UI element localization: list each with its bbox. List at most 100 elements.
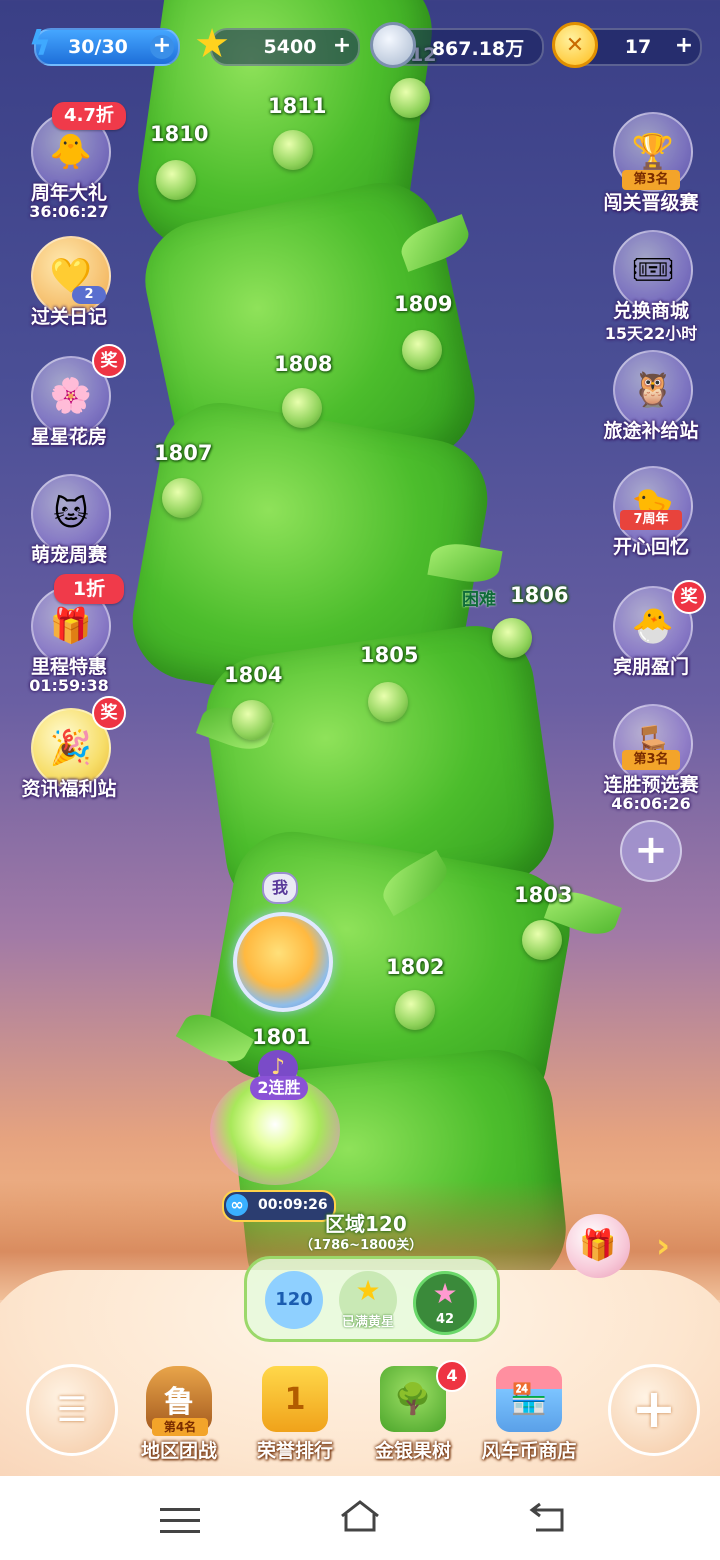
- level-node-1805[interactable]: [368, 682, 408, 722]
- star-icon: ★: [194, 21, 230, 67]
- home-icon[interactable]: [338, 1498, 382, 1534]
- regional-battle-label: 地区团战: [140, 1440, 217, 1462]
- level-node-1810[interactable]: [156, 160, 196, 200]
- timer-text: 00:09:26: [258, 1197, 328, 1213]
- mileage-offer-timer: 01:59:38: [29, 676, 109, 695]
- anniversary-gift-button[interactable]: 🐥 周年大礼 36:06:27 4.7折: [14, 102, 126, 232]
- crown-icon: 1: [262, 1366, 328, 1432]
- add-button[interactable]: +: [608, 1364, 700, 1456]
- streak-qualifier-button[interactable]: 🪑 第3名 连胜预选赛 46:06:26: [596, 704, 706, 824]
- anniversary-gift-timer: 36:06:27: [29, 202, 109, 221]
- silver-coin-icon: [370, 22, 416, 68]
- level-node-1804[interactable]: [232, 700, 272, 740]
- rank-ribbon: 第4名: [152, 1418, 208, 1436]
- level-diary-count: 2: [72, 286, 106, 304]
- level-node-1811[interactable]: [273, 130, 313, 170]
- streak-badge: 2连胜: [250, 1076, 308, 1100]
- recent-apps-icon[interactable]: [160, 1504, 200, 1534]
- expand-menu-button[interactable]: +: [620, 820, 682, 882]
- infinity-icon: ∞: [226, 1194, 248, 1216]
- reward-badge: 奖: [672, 580, 706, 614]
- windmill-coin-shop-button[interactable]: 🏪 风车币商店: [474, 1360, 584, 1470]
- energy-add-button[interactable]: +: [150, 35, 174, 59]
- level-node-1809[interactable]: [402, 330, 442, 370]
- rainbow-star-badge: ★ 42: [413, 1271, 477, 1335]
- full-star-label: 已满黄星: [341, 1315, 394, 1330]
- travel-supply-button[interactable]: 🦉 旅途补给站: [596, 350, 706, 470]
- mileage-offer-button[interactable]: 🎁 里程特惠 01:59:38 1折: [14, 574, 124, 706]
- reward-badge: 奖: [92, 344, 126, 378]
- discount-tag: 1折: [54, 574, 124, 604]
- hard-difficulty-label: 困难: [462, 590, 496, 610]
- coins-add-button[interactable]: +: [672, 35, 696, 59]
- level-label-1808: 1808: [274, 352, 333, 376]
- anniversary-gift-label: 周年大礼: [30, 182, 107, 204]
- reward-badge: 奖: [92, 696, 126, 730]
- gold-coin-icon: ✕: [552, 22, 598, 68]
- level-label-1809: 1809: [394, 292, 453, 316]
- region-panel[interactable]: 120 ★ 已满黄星 ★ 42: [244, 1256, 500, 1342]
- full-star-badge: ★ 已满黄星: [339, 1271, 397, 1330]
- honor-ranking-button[interactable]: 1 荣誉排行: [240, 1360, 350, 1470]
- me-label: 我: [262, 872, 298, 904]
- system-navigation-bar: [0, 1476, 720, 1560]
- gold-silver-tree-button[interactable]: 🌳 4 金银果树: [358, 1360, 468, 1470]
- promotion-tournament-button[interactable]: 🏆 第3名 闯关晋级赛: [596, 112, 706, 232]
- stars-value: 5400: [263, 36, 317, 58]
- news-welfare-button[interactable]: 🎉 资讯福利站 奖: [14, 696, 126, 828]
- shop-stall-icon: 🏪: [496, 1366, 562, 1432]
- pet-weekly-match-label: 萌宠周赛: [30, 544, 107, 566]
- chevron-right-icon[interactable]: ›: [656, 1226, 670, 1266]
- star-icon: ★: [355, 1274, 381, 1307]
- happy-memories-label: 开心回忆: [612, 536, 689, 558]
- mileage-offer-label: 里程特惠: [30, 656, 107, 678]
- anniversary-banner: 7周年: [620, 510, 682, 530]
- promotion-tournament-label: 闯关晋级赛: [603, 192, 699, 214]
- level-label-1801: 1801: [252, 1025, 311, 1049]
- stars-add-button[interactable]: +: [330, 35, 354, 59]
- happy-memories-button[interactable]: 🐤 7周年 开心回忆: [596, 466, 706, 586]
- list-icon: ☰: [56, 1390, 88, 1430]
- region-level-badge: 120: [265, 1271, 323, 1329]
- rainbow-star-count: 42: [435, 1312, 455, 1327]
- menu-list-button[interactable]: ☰: [26, 1364, 118, 1456]
- rank-ribbon: 第3名: [622, 750, 680, 770]
- exchange-store-button[interactable]: 🎟 兑换商城 15天22小时: [596, 230, 706, 350]
- coins-value: 17: [624, 36, 652, 58]
- honor-ranking-label: 荣誉排行: [256, 1440, 333, 1462]
- rainbow-star-icon: ★: [432, 1277, 458, 1310]
- level-label-1807: 1807: [154, 441, 213, 465]
- streak-qualifier-label: 连胜预选赛: [603, 774, 699, 796]
- region-range: （1786~1800关）: [300, 1238, 423, 1253]
- gift-bubble[interactable]: 🎁: [566, 1214, 630, 1278]
- level-diary-button[interactable]: 💛 过关日记 2: [14, 236, 124, 356]
- gold-silver-tree-label: 金银果树: [374, 1440, 451, 1462]
- tree-badge: 4: [436, 1360, 468, 1392]
- back-icon[interactable]: [528, 1500, 568, 1534]
- silver-value: 867.18万: [431, 37, 525, 60]
- star-flower-house-button[interactable]: 🌸 星星花房 奖: [14, 344, 126, 476]
- streak-qualifier-timer: 46:06:26: [611, 794, 691, 813]
- level-label-1805: 1805: [360, 643, 419, 667]
- infinite-life-timer: ∞ 00:09:26: [222, 1190, 336, 1222]
- news-welfare-label: 资讯福利站: [21, 778, 117, 800]
- level-node-1803[interactable]: [522, 920, 562, 960]
- regional-battle-button[interactable]: 鲁 第4名 地区团战: [124, 1360, 234, 1470]
- level-label-1811: 1811: [268, 94, 327, 118]
- level-node-1802[interactable]: [395, 990, 435, 1030]
- discount-tag: 4.7折: [52, 102, 126, 130]
- level-node-1812[interactable]: [390, 78, 430, 118]
- level-node-1806[interactable]: [492, 618, 532, 658]
- guests-welcome-button[interactable]: 🐣 宾朋盈门 奖: [596, 580, 706, 706]
- lightning-icon: ϟ: [28, 24, 52, 64]
- rank-ribbon: 第3名: [622, 170, 680, 190]
- level-label-1802: 1802: [386, 955, 445, 979]
- level-label-1810: 1810: [150, 122, 209, 146]
- level-node-1808[interactable]: [282, 388, 322, 428]
- level-label-1803: 1803: [514, 883, 573, 907]
- level-label-1806: 1806: [510, 583, 569, 607]
- level-node-1807[interactable]: [162, 478, 202, 518]
- player-avatar[interactable]: [233, 912, 333, 1012]
- energy-value: 30/30: [68, 36, 128, 58]
- travel-supply-label: 旅途补给站: [603, 420, 699, 442]
